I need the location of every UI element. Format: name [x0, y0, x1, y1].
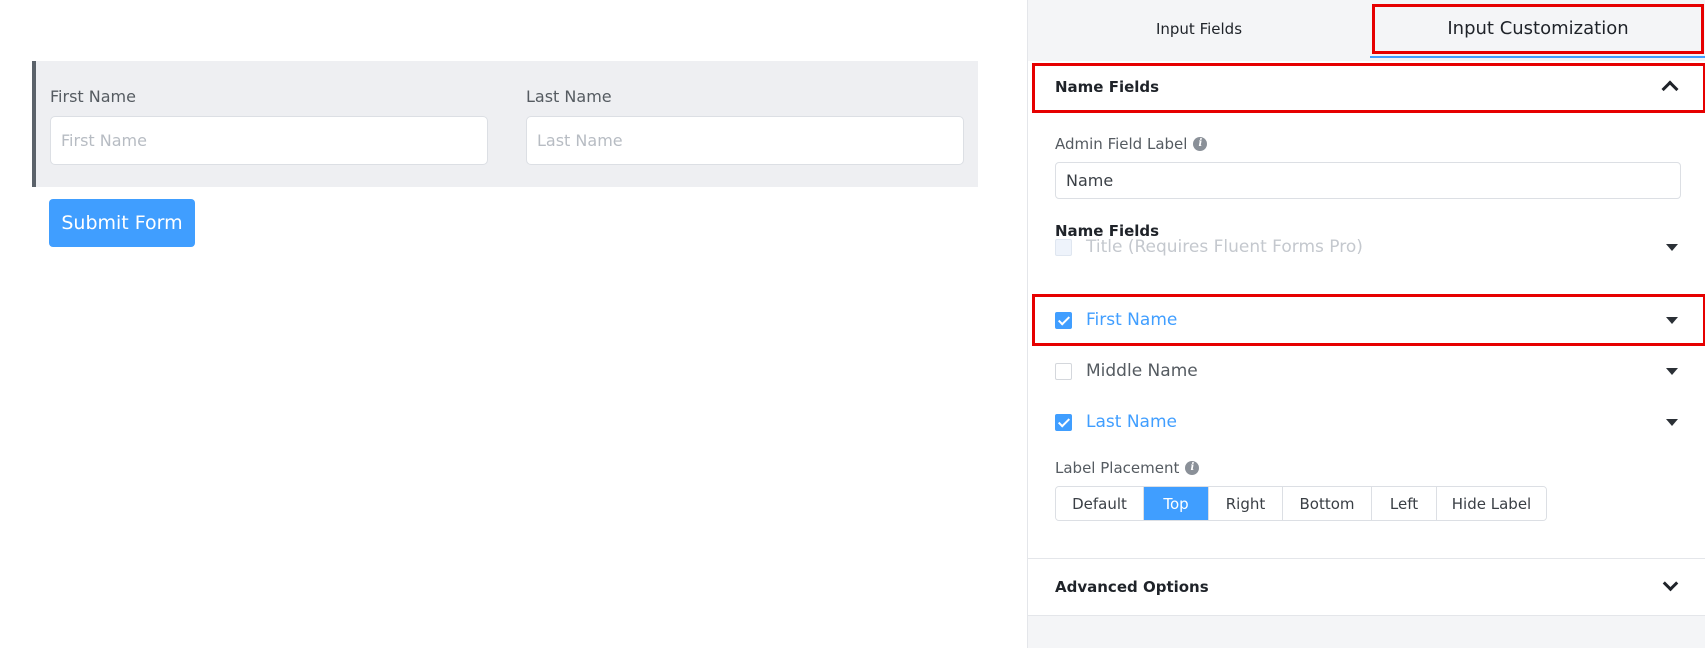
caret-down-icon[interactable]	[1666, 316, 1678, 324]
admin-field-label: Admin Field Label i	[1055, 135, 1208, 153]
advanced-options-section-header[interactable]: Advanced Options	[1028, 558, 1705, 616]
label-placement-label: Label Placement i	[1055, 459, 1200, 477]
admin-field-label-input[interactable]	[1055, 162, 1681, 199]
title-checkbox[interactable]	[1055, 238, 1072, 256]
name-field-row[interactable]: First Name Last Name	[32, 61, 978, 187]
tab-input-fields[interactable]: Input Fields	[1028, 0, 1370, 58]
middle-name-checkbox[interactable]	[1055, 362, 1072, 380]
first-name-label: First Name	[50, 87, 136, 106]
advanced-options-title: Advanced Options	[1055, 578, 1209, 596]
first-name-checkbox[interactable]	[1055, 311, 1072, 329]
caret-down-icon[interactable]	[1666, 243, 1678, 251]
name-fields-section: Name Fields Admin Field Label i Name Fie…	[1028, 61, 1705, 558]
last-name-input[interactable]	[526, 116, 964, 165]
panel-tabs: Input Fields Input Customization	[1028, 0, 1705, 58]
form-preview: First Name Last Name Submit Form	[0, 0, 1027, 648]
label-placement-button-group: Default Top Right Bottom Left Hide Label	[1055, 486, 1547, 521]
chevron-down-icon[interactable]	[1662, 575, 1679, 592]
middle-name-field-label: Middle Name	[1086, 361, 1198, 381]
name-field-item-first-name[interactable]: First Name	[1028, 295, 1705, 345]
info-icon[interactable]: i	[1193, 137, 1208, 151]
last-name-label: Last Name	[526, 87, 612, 106]
section-title: Name Fields	[1055, 78, 1160, 96]
settings-panel: Input Fields Input Customization Name Fi…	[1027, 0, 1705, 648]
caret-down-icon[interactable]	[1666, 418, 1678, 426]
placement-default-button[interactable]: Default	[1056, 487, 1144, 520]
placement-bottom-button[interactable]: Bottom	[1283, 487, 1372, 520]
caret-down-icon[interactable]	[1666, 367, 1678, 375]
label-placement-label-text: Label Placement	[1055, 459, 1180, 477]
submit-form-button[interactable]: Submit Form	[49, 199, 195, 247]
info-icon[interactable]: i	[1185, 461, 1200, 475]
placement-right-button[interactable]: Right	[1209, 487, 1283, 520]
placement-top-button[interactable]: Top	[1144, 487, 1209, 520]
last-name-field-label: Last Name	[1086, 412, 1177, 432]
chevron-up-icon[interactable]	[1661, 80, 1679, 98]
admin-field-label-text: Admin Field Label	[1055, 135, 1188, 153]
name-field-item-last-name[interactable]: Last Name	[1028, 397, 1705, 447]
first-name-field-label: First Name	[1086, 310, 1178, 330]
placement-hide-label-button[interactable]: Hide Label	[1437, 487, 1546, 520]
title-field-label: Title (Requires Fluent Forms Pro)	[1086, 237, 1363, 257]
name-field-item-title[interactable]: Title (Requires Fluent Forms Pro)	[1028, 222, 1705, 272]
first-name-input[interactable]	[50, 116, 488, 165]
name-fields-section-header[interactable]: Name Fields	[1028, 61, 1705, 113]
app-root: First Name Last Name Submit Form Input F…	[0, 0, 1705, 648]
placement-left-button[interactable]: Left	[1372, 487, 1437, 520]
tab-input-customization[interactable]: Input Customization	[1370, 0, 1705, 58]
name-field-item-middle-name[interactable]: Middle Name	[1028, 346, 1705, 396]
last-name-checkbox[interactable]	[1055, 413, 1072, 431]
